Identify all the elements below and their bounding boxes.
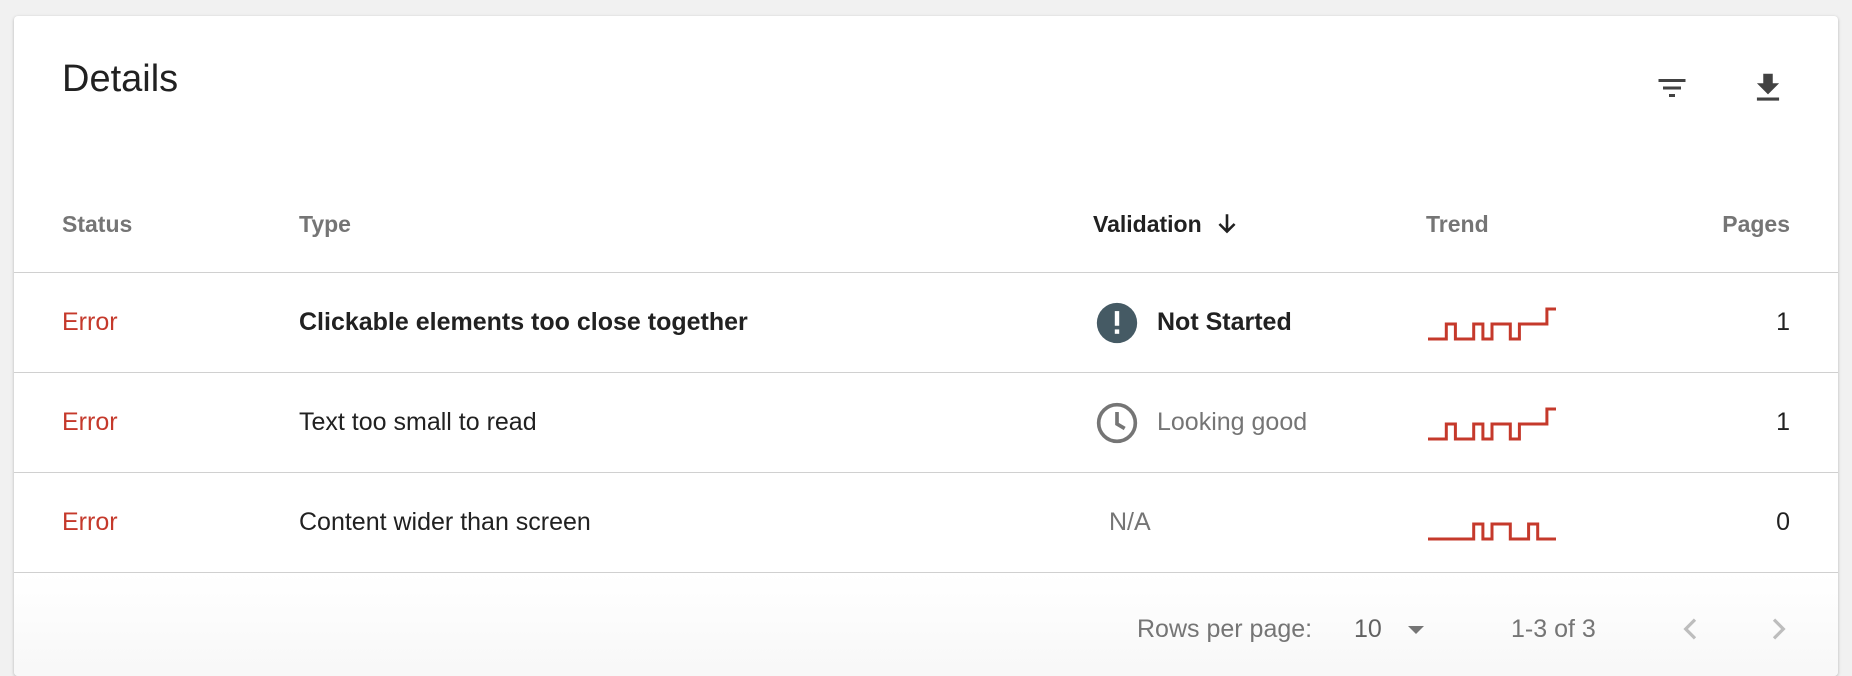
arrow-down-icon — [1218, 214, 1236, 234]
card-title: Details — [62, 58, 179, 100]
type-cell: Text too small to read — [299, 408, 537, 436]
pages-cell: 1 — [1776, 408, 1790, 436]
validation-cell: Looking good — [1095, 373, 1307, 472]
table-row[interactable]: Error Text too small to read Looking goo… — [14, 373, 1838, 473]
status-cell: Error — [62, 508, 118, 536]
chevron-left-icon — [1683, 618, 1697, 640]
trend-line — [1428, 307, 1556, 340]
rows-per-page-value: 10 — [1354, 614, 1382, 643]
trend-cell — [1426, 473, 1558, 572]
filter-button[interactable] — [1644, 60, 1700, 116]
trend-sparkline — [1428, 522, 1556, 540]
exclamation-icon — [1096, 302, 1138, 343]
next-page-button[interactable] — [1754, 605, 1802, 653]
table-row[interactable]: Error Content wider than screen N/A 0 — [14, 473, 1838, 573]
column-header-trend[interactable]: Trend — [1426, 176, 1489, 272]
chevron-right-icon — [1772, 618, 1786, 640]
pages-cell: 1 — [1776, 308, 1790, 336]
pages-cell: 0 — [1776, 508, 1790, 536]
trend-cell — [1426, 373, 1558, 472]
clock-icon — [1096, 402, 1138, 443]
column-header-status[interactable]: Status — [62, 176, 132, 272]
column-header-validation-label: Validation — [1093, 211, 1202, 237]
column-header-pages[interactable]: Pages — [1722, 176, 1790, 272]
rows-per-page-label: Rows per page: — [1137, 615, 1313, 643]
details-card: Details Status Type Validation Trend Pag… — [14, 16, 1838, 676]
rows-per-page-select[interactable]: 10 — [1354, 609, 1428, 649]
column-header-validation[interactable]: Validation — [1093, 176, 1240, 272]
validation-cell: N/A — [1109, 473, 1151, 572]
download-button[interactable] — [1740, 60, 1796, 116]
caret-down-icon — [1407, 626, 1424, 634]
type-cell: Content wider than screen — [299, 508, 591, 536]
pagination-range: 1-3 of 3 — [1511, 615, 1596, 643]
previous-page-button[interactable] — [1667, 605, 1715, 653]
download-icon — [1756, 73, 1780, 101]
status-cell: Error — [62, 408, 118, 436]
validation-text: N/A — [1109, 508, 1151, 536]
column-header-type[interactable]: Type — [299, 176, 351, 272]
trend-line — [1428, 522, 1556, 540]
table-header: Status Type Validation Trend Pages — [14, 176, 1838, 273]
table-row[interactable]: Error Clickable elements too close toget… — [14, 273, 1838, 373]
trend-sparkline — [1428, 307, 1556, 340]
trend-line — [1428, 407, 1556, 440]
type-cell: Clickable elements too close together — [299, 308, 748, 336]
trend-cell — [1426, 273, 1558, 372]
status-cell: Error — [62, 308, 118, 336]
validation-cell: Not Started — [1095, 273, 1292, 372]
trend-sparkline — [1428, 407, 1556, 440]
validation-text: Not Started — [1157, 308, 1292, 336]
pagination-bar: Rows per page: 10 1-3 of 3 — [14, 573, 1838, 676]
filter-icon — [1658, 79, 1686, 97]
validation-text: Looking good — [1157, 408, 1308, 436]
